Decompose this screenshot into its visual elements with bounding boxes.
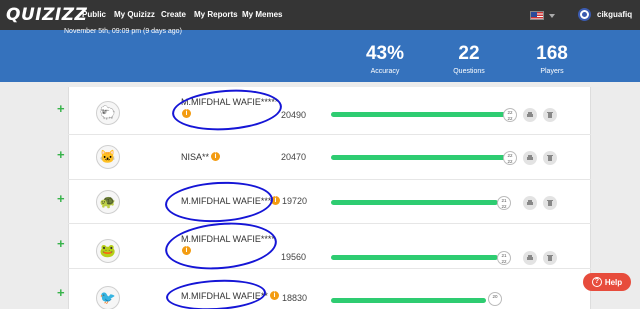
turtle-avatar-icon: 🐢 [96, 190, 120, 214]
player-name: NISA** [181, 152, 210, 162]
help-button[interactable]: ? Help [583, 273, 631, 291]
nav-my-reports[interactable]: My Reports [194, 10, 238, 19]
info-icon[interactable]: i [211, 152, 220, 161]
nav-public[interactable]: Public [82, 10, 106, 19]
stat-players-label: Players [540, 68, 564, 75]
progress-bar [331, 155, 506, 160]
stat-questions: 22 Questions [447, 43, 491, 75]
player-score: 19560 [281, 252, 307, 262]
info-icon[interactable]: i [270, 291, 279, 300]
delete-button[interactable] [543, 251, 557, 265]
stat-players: 168 Players [530, 43, 574, 75]
expand-plus-icon[interactable]: + [57, 285, 65, 300]
quizizz-logo[interactable]: QUIZIZZ [6, 5, 87, 25]
table-row[interactable]: + 🐱 NISA** i 20470 22 22 [0, 137, 640, 180]
player-score: 19720 [282, 196, 308, 206]
stat-accuracy-label: Accuracy [370, 68, 400, 75]
table-row[interactable]: + 🐢 M.MIFDHAL WAFIE*** i 19720 21 22 [0, 181, 640, 224]
progress-bar [331, 112, 506, 117]
print-button[interactable] [523, 151, 537, 165]
report-date: November 5th, 09:09 pm (9 days ago) [64, 28, 182, 35]
delete-button[interactable] [543, 108, 557, 122]
delete-button[interactable] [543, 196, 557, 210]
cat-avatar-icon: 🐱 [96, 145, 120, 169]
correct-count-badge: 20 [488, 292, 502, 306]
table-row[interactable]: + 🐑 M.MIFDHAL WAFIE***** i 20490 22 22 [0, 92, 640, 135]
nav-create[interactable]: Create [161, 10, 186, 19]
user-avatar[interactable] [578, 8, 591, 21]
progress-bar [331, 255, 498, 260]
expand-plus-icon[interactable]: + [57, 147, 65, 162]
player-score: 18830 [282, 293, 308, 303]
sheep-avatar-icon: 🐑 [96, 101, 120, 125]
print-button[interactable] [523, 251, 537, 265]
report-header: November 5th, 09:09 pm (9 days ago) 43% … [0, 28, 640, 82]
question-icon: ? [591, 277, 602, 287]
correct-count-badge: 22 22 [503, 151, 517, 165]
delete-button[interactable] [543, 151, 557, 165]
chevron-down-icon[interactable] [549, 14, 555, 18]
progress-bar [331, 200, 498, 205]
print-button[interactable] [523, 108, 537, 122]
top-nav: QUIZIZZ Public My Quizizz Create My Repo… [0, 0, 640, 30]
us-flag-icon[interactable] [530, 11, 544, 20]
stat-accuracy-value: 43% [365, 43, 405, 64]
player-score: 20470 [281, 152, 307, 162]
stat-questions-label: Questions [453, 68, 485, 75]
nav-my-memes[interactable]: My Memes [242, 10, 282, 19]
frog-avatar-icon: 🐸 [96, 239, 120, 263]
nav-my-quizizz[interactable]: My Quizizz [114, 10, 155, 19]
stat-questions-value: 22 [458, 43, 480, 64]
help-label: Help [604, 277, 623, 287]
bird-avatar-icon: 🐦 [96, 286, 120, 309]
username[interactable]: cikguafiq [597, 10, 632, 19]
table-row[interactable]: + 🐦 M.MIFDHAL WAFIE** i 18830 20 [0, 271, 640, 309]
progress-bar [331, 298, 486, 303]
correct-count-badge: 22 22 [503, 108, 517, 122]
player-score: 20490 [281, 110, 307, 120]
print-button[interactable] [523, 196, 537, 210]
stat-players-value: 168 [536, 43, 568, 64]
expand-plus-icon[interactable]: + [57, 191, 65, 206]
expand-plus-icon[interactable]: + [57, 101, 65, 116]
stat-accuracy: 43% Accuracy [363, 43, 407, 75]
expand-plus-icon[interactable]: + [57, 236, 65, 251]
correct-count-badge: 21 22 [497, 251, 511, 265]
correct-count-badge: 21 22 [497, 196, 511, 210]
table-row[interactable]: + 🐸 M.MIFDHAL WAFIE**** i 19560 21 22 [0, 226, 640, 269]
